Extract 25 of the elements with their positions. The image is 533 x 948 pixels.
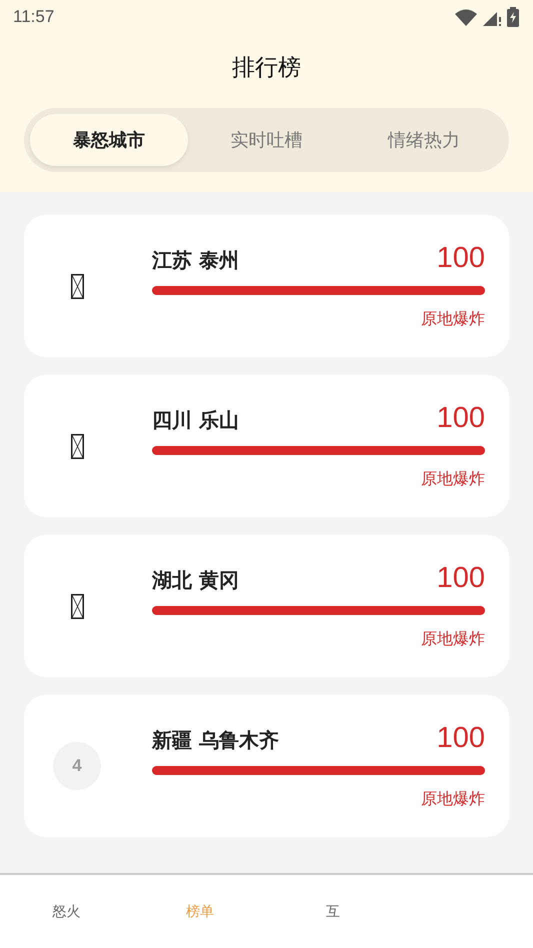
city-name: 新疆 乌鲁木齐	[152, 727, 279, 754]
wifi-icon	[455, 8, 477, 26]
missing-glyph-icon	[70, 594, 84, 618]
tab[interactable]: 暴怒城市	[30, 114, 188, 166]
anger-score: 100	[436, 402, 485, 435]
page-title: 排行榜	[231, 54, 302, 83]
status-time: 11:57	[13, 7, 54, 27]
anger-status: 原地爆炸	[421, 309, 485, 330]
anger-score: 100	[436, 562, 485, 595]
anger-score: 100	[436, 242, 485, 275]
anger-status: 原地爆炸	[421, 469, 485, 490]
city-name: 四川 乐山	[152, 407, 239, 434]
rank-badge: 4	[53, 742, 101, 790]
city-name: 江苏 泰州	[152, 247, 239, 274]
battery-icon	[507, 7, 519, 27]
tab[interactable]: 实时吐槽	[188, 114, 346, 166]
missing-glyph-icon	[70, 434, 84, 458]
tab[interactable]: 情绪热力	[345, 114, 504, 166]
anger-status: 原地爆炸	[421, 789, 485, 810]
city-name: 湖北 黄冈	[152, 567, 239, 594]
anger-status: 原地爆炸	[421, 629, 485, 650]
nav-tab[interactable]: 怒火	[48, 898, 85, 924]
missing-glyph-icon	[70, 274, 84, 298]
anger-score: 100	[436, 722, 485, 755]
nav-tab[interactable]: 互	[322, 898, 344, 924]
